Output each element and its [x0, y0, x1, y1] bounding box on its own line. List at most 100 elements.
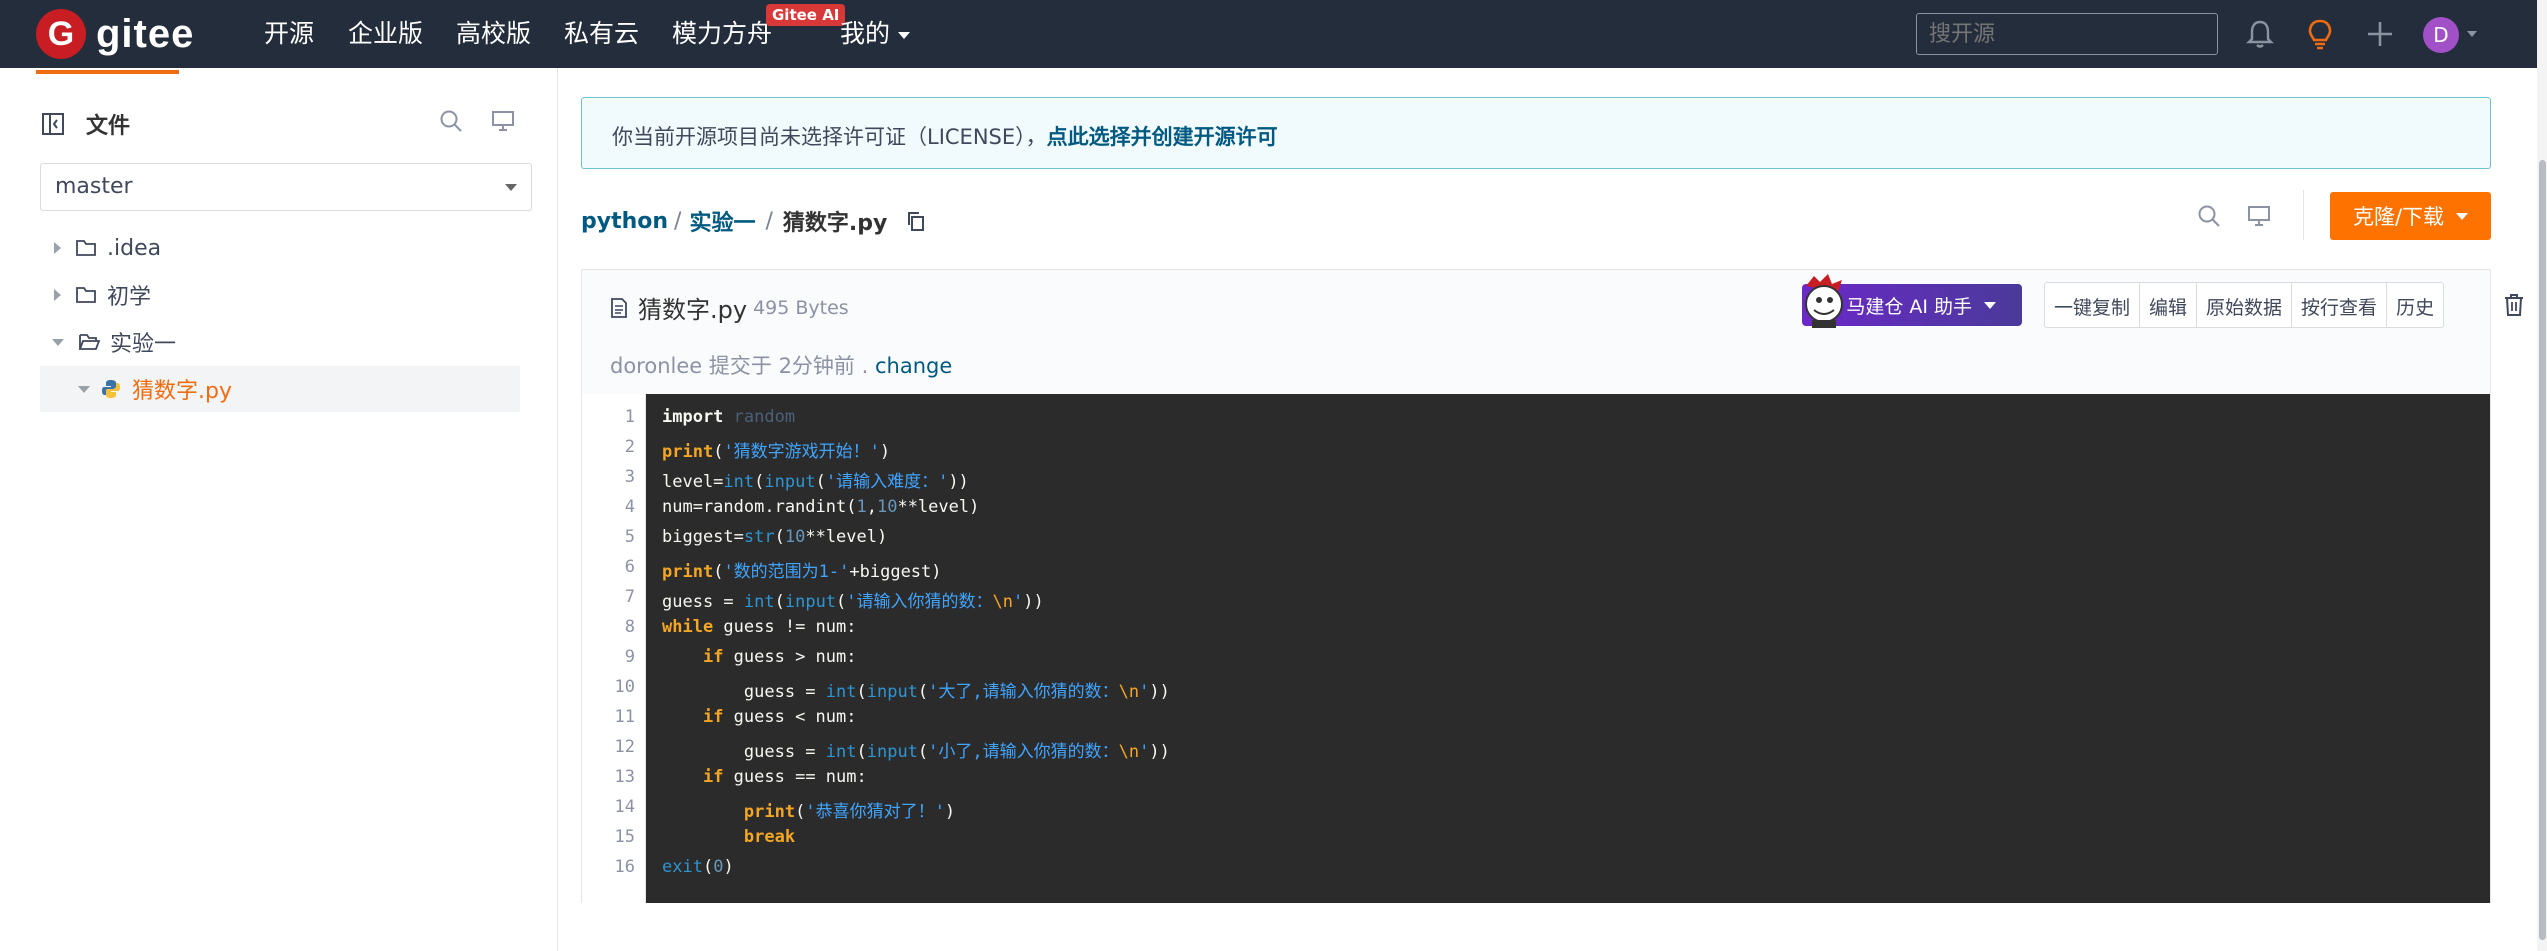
- search-icon[interactable]: [2196, 203, 2222, 229]
- tree-folder-chuxue[interactable]: 初学: [40, 272, 520, 318]
- line-number-gutter: 1 2 3 4 5 6 7 8 9 10 11 12 13 14 15 16: [582, 394, 646, 903]
- breadcrumb: python / 实验一 / 猜数字.py: [581, 205, 927, 237]
- commit-message-link[interactable]: change: [875, 354, 952, 378]
- ai-assistant-label: 马建仓 AI 助手: [1846, 295, 1972, 318]
- line-number: 16: [614, 857, 635, 877]
- code-line: guess = int(input('请输入你猜的数：\n')): [662, 592, 1044, 612]
- line-number: 2: [624, 437, 635, 457]
- breadcrumb-separator: /: [765, 208, 773, 234]
- breadcrumb-separator: /: [674, 208, 682, 234]
- file-sidebar: 文件 master .idea 初学 实验一 猜数字.py: [0, 68, 558, 951]
- sidebar-header: 文件: [40, 108, 130, 140]
- latest-commit: doronlee 提交于 2分钟前 . change: [610, 350, 952, 380]
- top-navbar: G gitee 开源 企业版 高校版 私有云 模力方舟 Gitee AI 我的 …: [0, 0, 2547, 68]
- create-license-link[interactable]: 点此选择并创建开源许可: [1047, 125, 1278, 149]
- gitee-logo[interactable]: G gitee: [36, 9, 194, 59]
- tree-item-label: 猜数字.py: [132, 379, 232, 404]
- page-scrollbar-thumb[interactable]: [2539, 160, 2546, 940]
- commit-dot: .: [861, 354, 869, 378]
- user-avatar[interactable]: D: [2423, 17, 2459, 53]
- breadcrumb-folder[interactable]: 实验一: [689, 205, 755, 237]
- line-number: 12: [614, 737, 635, 757]
- code-line: guess = int(input('小了,请输入你猜的数：\n')): [662, 742, 1170, 762]
- logo-mark: G: [36, 9, 86, 59]
- code-line: print('恭喜你猜对了！'): [743, 802, 956, 822]
- code-line: if guess == num:: [702, 767, 867, 787]
- line-number: 9: [624, 647, 635, 667]
- file-icon: [611, 297, 627, 318]
- license-text: 你当前开源项目尚未选择许可证（LICENSE），: [612, 125, 1047, 149]
- code-line: print('猜数字游戏开始！'): [662, 442, 891, 462]
- trash-icon[interactable]: [2502, 292, 2526, 318]
- line-number: 11: [614, 707, 635, 727]
- folder-icon: [76, 287, 96, 303]
- code-line: break: [743, 827, 796, 847]
- commit-text: 提交于: [708, 354, 772, 378]
- tree-item-label: .idea: [107, 235, 162, 261]
- ai-mascot-icon: [1805, 274, 1843, 328]
- nav-item-moli[interactable]: 模力方舟: [672, 18, 772, 50]
- tree-folder-shiyan1[interactable]: 实验一: [40, 319, 520, 365]
- breadcrumb-repo[interactable]: python: [581, 209, 668, 234]
- file-name: 猜数字.py: [638, 296, 748, 324]
- chevron-down-icon: [898, 31, 911, 39]
- folder-open-icon: [78, 334, 100, 350]
- gitee-ai-badge[interactable]: Gitee AI: [766, 4, 846, 26]
- sidebar-title: 文件: [86, 114, 131, 139]
- line-number: 10: [614, 677, 635, 697]
- code-line: import random: [662, 407, 796, 427]
- code-line: num=random.randint(1,10**level): [662, 497, 980, 517]
- nav-item-education[interactable]: 高校版: [456, 18, 531, 50]
- copy-path-icon[interactable]: [905, 210, 927, 232]
- code-line: exit(0): [662, 857, 734, 877]
- nav-item-open-source[interactable]: 开源: [264, 18, 314, 50]
- branch-select[interactable]: master: [40, 163, 532, 211]
- copy-all-button[interactable]: 一键复制: [2045, 283, 2141, 327]
- nav-item-enterprise[interactable]: 企业版: [348, 18, 423, 50]
- raw-button[interactable]: 原始数据: [2197, 283, 2293, 327]
- bell-icon[interactable]: [2242, 16, 2278, 52]
- logo-text: gitee: [96, 11, 195, 56]
- collapse-sidebar-icon[interactable]: [40, 111, 66, 137]
- folder-icon: [76, 240, 96, 256]
- caret-down-icon: [78, 385, 90, 393]
- code-line: biggest=str(10**level): [662, 527, 888, 547]
- nav-item-mine[interactable]: 我的: [840, 18, 911, 50]
- line-number: 15: [614, 827, 635, 847]
- search-input[interactable]: [1916, 13, 2218, 55]
- code-content[interactable]: import random print('猜数字游戏开始！') level=int(…: [646, 394, 2490, 903]
- file-action-group: 一键复制 编辑 原始数据 按行查看 历史: [2044, 282, 2445, 328]
- edit-button[interactable]: 编辑: [2140, 283, 2198, 327]
- lightbulb-icon[interactable]: [2302, 16, 2338, 52]
- file-size: 495 Bytes: [753, 296, 849, 319]
- tree-file-caishuzi[interactable]: 猜数字.py: [40, 366, 520, 412]
- commit-author[interactable]: doronlee: [610, 354, 702, 378]
- monitor-icon[interactable]: [490, 108, 516, 134]
- nav-item-private-cloud[interactable]: 私有云: [564, 18, 639, 50]
- file-header: 猜数字.py 495 Bytes: [610, 290, 849, 325]
- clone-download-button[interactable]: 克隆/下载: [2330, 192, 2491, 240]
- monitor-icon[interactable]: [2246, 203, 2272, 229]
- branch-name: master: [55, 174, 133, 199]
- blame-button[interactable]: 按行查看: [2292, 283, 2388, 327]
- code-line: if guess > num:: [702, 647, 857, 667]
- caret-right-icon[interactable]: [54, 242, 61, 254]
- nav-mine-label: 我的: [840, 19, 891, 48]
- code-line: level=int(input('请输入难度：')): [662, 472, 969, 492]
- breadcrumb-file: 猜数字.py: [782, 211, 888, 236]
- commit-time: 2分钟前: [778, 354, 855, 378]
- line-number: 3: [624, 467, 635, 487]
- caret-down-icon[interactable]: [52, 338, 64, 346]
- license-notice: 你当前开源项目尚未选择许可证（LICENSE），点此选择并创建开源许可: [581, 97, 2491, 169]
- search-icon[interactable]: [438, 108, 464, 134]
- line-number: 5: [624, 527, 635, 547]
- plus-icon[interactable]: [2362, 16, 2398, 52]
- chevron-down-icon: [505, 184, 517, 191]
- line-number: 4: [624, 497, 635, 517]
- caret-right-icon[interactable]: [54, 289, 61, 301]
- avatar-chevron-down-icon[interactable]: [2467, 31, 2477, 37]
- history-button[interactable]: 历史: [2387, 283, 2443, 327]
- code-line: print('数的范围为1-'+biggest): [662, 562, 942, 582]
- chevron-down-icon: [1984, 301, 1996, 309]
- tree-folder-idea[interactable]: .idea: [40, 225, 520, 271]
